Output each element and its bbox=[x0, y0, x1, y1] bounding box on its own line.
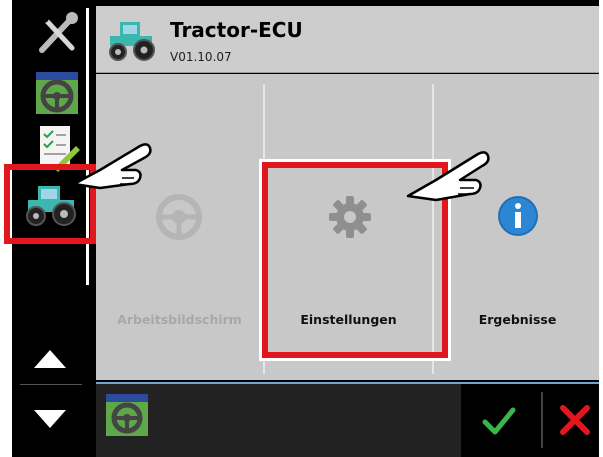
dialog-buttons bbox=[461, 384, 599, 457]
steering-wheel-icon bbox=[106, 394, 148, 436]
app-title: Tractor-ECU bbox=[170, 18, 303, 42]
tile-label: Arbeitsbildschirm bbox=[117, 312, 242, 327]
arrow-divider bbox=[20, 384, 82, 385]
checkmark-icon bbox=[482, 407, 516, 435]
tile-label: Ergebnisse bbox=[478, 312, 557, 327]
scroll-up-button[interactable] bbox=[12, 338, 88, 378]
pointing-hand-icon bbox=[406, 151, 490, 202]
tractor-icon bbox=[109, 22, 155, 61]
bottom-bar bbox=[96, 384, 599, 457]
tile-arbeitsbildschirm[interactable]: Arbeitsbildschirm bbox=[96, 74, 263, 380]
info-icon bbox=[498, 196, 538, 236]
cancel-button[interactable] bbox=[555, 400, 595, 440]
wrench-screwdriver-icon bbox=[36, 12, 78, 54]
confirm-button[interactable] bbox=[479, 400, 519, 440]
arrow-up-icon bbox=[34, 350, 66, 368]
close-icon bbox=[560, 405, 590, 435]
button-divider bbox=[541, 392, 543, 448]
sidebar-item-tools[interactable] bbox=[30, 6, 84, 60]
scroll-down-button[interactable] bbox=[12, 398, 88, 438]
steering-wheel-icon bbox=[156, 194, 202, 240]
tile-ergebnisse[interactable]: Ergebnisse bbox=[434, 74, 601, 380]
pointing-hand-icon bbox=[72, 143, 152, 190]
arrow-down-icon bbox=[34, 410, 66, 428]
scroll-controls bbox=[12, 288, 88, 457]
header: Tractor-ECU V01.10.07 bbox=[96, 6, 599, 73]
shortcut-working-screen[interactable] bbox=[104, 392, 150, 438]
app-version: V01.10.07 bbox=[170, 50, 232, 64]
sidebar-item-working-screen[interactable] bbox=[30, 66, 84, 120]
steering-wheel-icon bbox=[36, 72, 78, 114]
